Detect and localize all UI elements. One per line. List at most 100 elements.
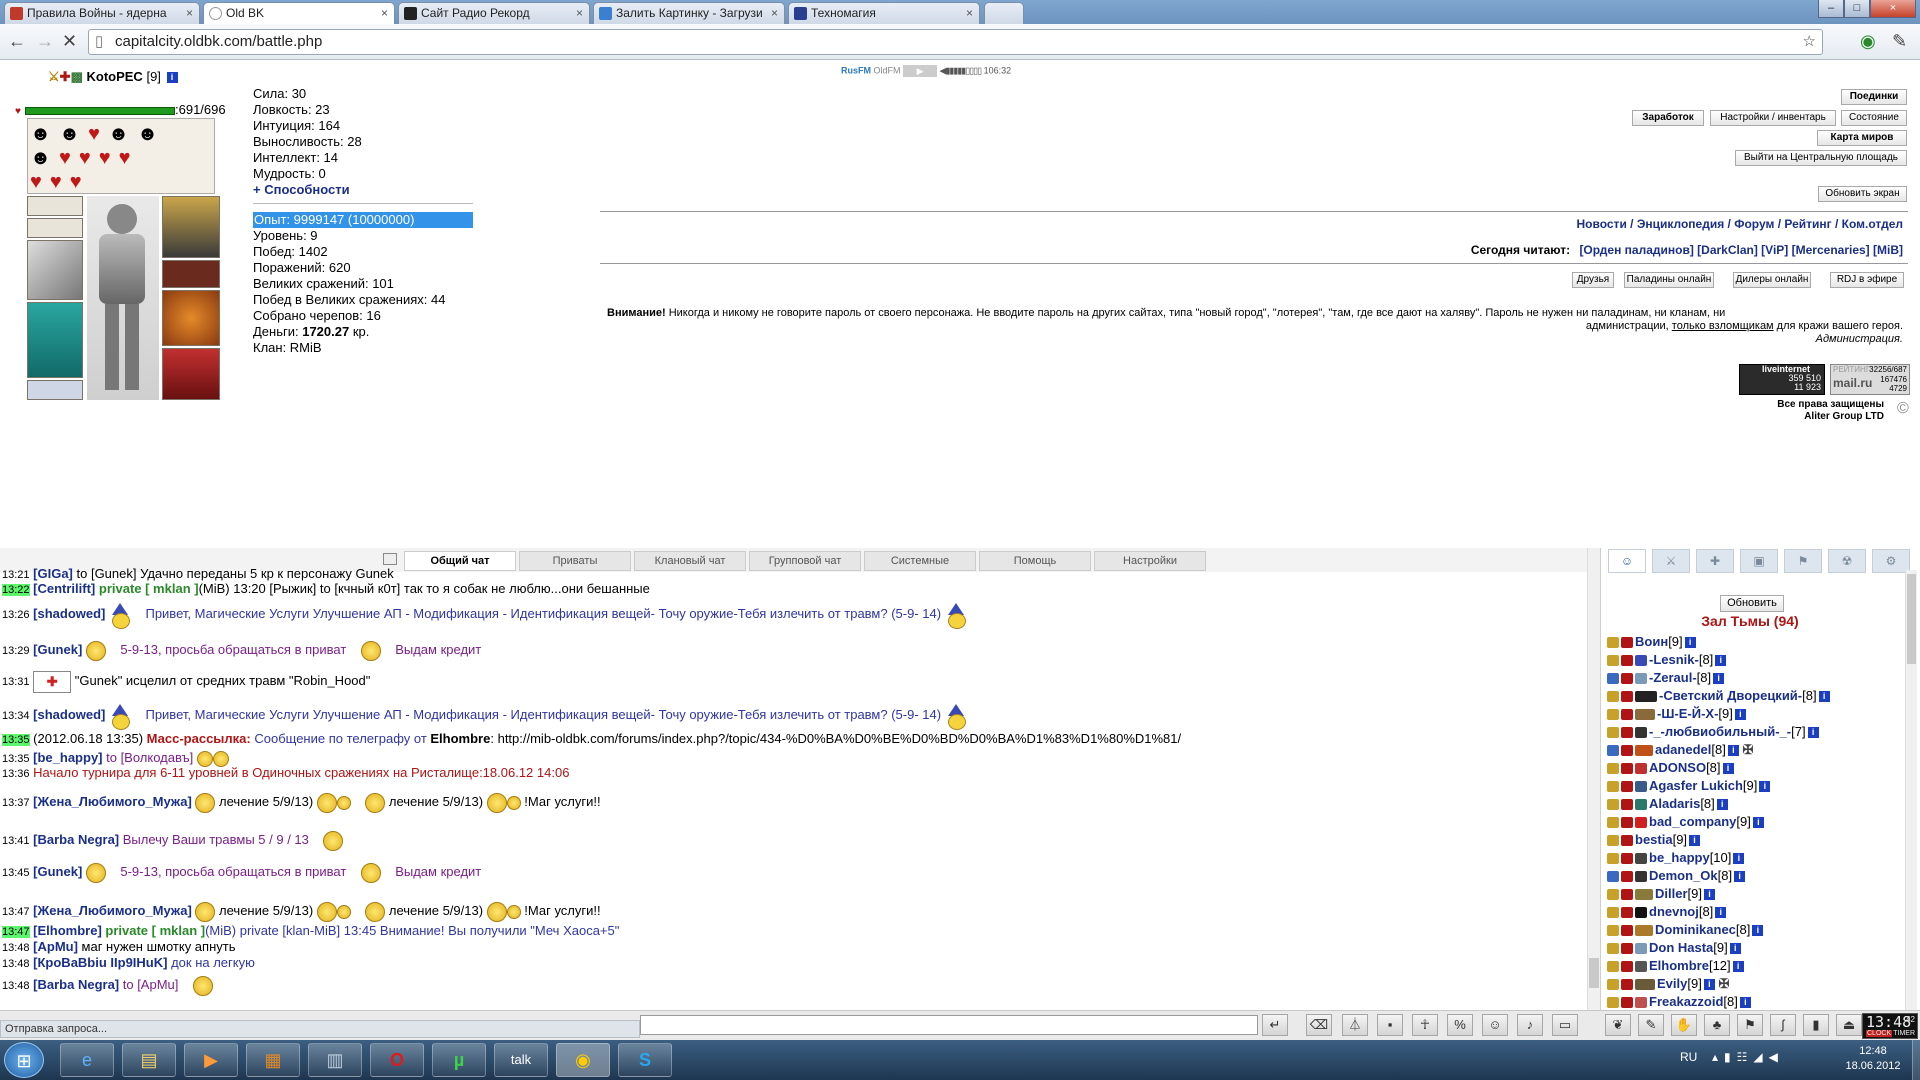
- chat-nick[interactable]: [Barba Negra]: [33, 832, 119, 847]
- liveinternet-counter[interactable]: liveinternet 359 510 11 923: [1739, 364, 1825, 395]
- close-icon[interactable]: ×: [966, 3, 973, 23]
- heart-icon[interactable]: ♥: [30, 171, 50, 193]
- info-icon[interactable]: i: [1732, 961, 1744, 973]
- language-indicator[interactable]: RU: [1680, 1050, 1697, 1064]
- info-icon[interactable]: i: [1715, 655, 1727, 667]
- chat-nick[interactable]: [КроВаВbiu IIp9IHuK]: [33, 955, 167, 970]
- close-icon[interactable]: ×: [576, 3, 583, 23]
- chat-url[interactable]: : http://mib-oldbk.com/forums/index.php?…: [490, 731, 1181, 746]
- translit-icon[interactable]: ☥: [1412, 1014, 1438, 1036]
- filter-icon[interactable]: ⏃: [1342, 1014, 1368, 1036]
- user-row[interactable]: bad_company[9] i: [1607, 814, 1764, 830]
- slot-helmet[interactable]: [162, 196, 220, 258]
- user-name[interactable]: -Светский Дворецкий-: [1659, 688, 1802, 703]
- info-icon[interactable]: i: [1734, 871, 1746, 883]
- bottle-icon[interactable]: ❦: [1605, 1014, 1631, 1036]
- chat-nick[interactable]: [GIGa]: [33, 568, 73, 581]
- info-icon[interactable]: i: [1715, 907, 1727, 919]
- player-name[interactable]: KotoPEC: [86, 69, 142, 84]
- app-icon[interactable]: ▥: [308, 1043, 362, 1077]
- user-name[interactable]: -_-любвиобильный-_-: [1649, 724, 1791, 739]
- play-icon[interactable]: ▶: [903, 65, 938, 77]
- info-icon[interactable]: i: [166, 72, 178, 84]
- mailru-counter[interactable]: РЕЙТИНГ mail.ru 32256/687 167476 4729: [1830, 364, 1910, 395]
- back-icon[interactable]: ←: [8, 32, 26, 50]
- forward-icon[interactable]: →: [36, 32, 54, 50]
- heart-icon[interactable]: ♥: [70, 171, 90, 193]
- slot-boots[interactable]: [162, 348, 220, 400]
- world-map-button[interactable]: Карта миров: [1817, 130, 1907, 146]
- user-name[interactable]: dnevnoj: [1649, 904, 1699, 919]
- chat-nick[interactable]: [shadowed]: [33, 606, 105, 621]
- user-row[interactable]: Freakazzoid[8] i: [1607, 994, 1751, 1010]
- info-icon[interactable]: i: [1759, 781, 1771, 793]
- info-icon[interactable]: i: [1722, 763, 1734, 775]
- info-icon[interactable]: i: [1752, 817, 1764, 829]
- slot-earrings[interactable]: [27, 196, 83, 216]
- slot-weapon[interactable]: [27, 240, 83, 300]
- chat-private[interactable]: private [ mklan ]: [102, 923, 205, 938]
- scroll-icon[interactable]: ✎: [1638, 1014, 1664, 1036]
- user-name[interactable]: Don Hasta: [1649, 940, 1713, 955]
- user-row[interactable]: Dominikanec[8] i: [1607, 922, 1764, 938]
- state-button[interactable]: Состояние: [1841, 110, 1907, 126]
- close-icon[interactable]: ×: [381, 3, 388, 23]
- user-row[interactable]: Agasfer Lukich[9] i: [1607, 778, 1771, 794]
- heart-icon[interactable]: ♥: [88, 123, 108, 145]
- news-links[interactable]: Новости / Энциклопедия / Форум / Рейтинг…: [1577, 217, 1904, 231]
- chat-nick[interactable]: [be_happy]: [33, 750, 102, 765]
- user-name[interactable]: Freakazzoid: [1649, 994, 1723, 1009]
- browser-tab-2[interactable]: Old BK ×: [203, 2, 395, 25]
- chat-sender[interactable]: Elhombre: [430, 731, 490, 746]
- info-icon[interactable]: i: [1807, 727, 1819, 739]
- user-row[interactable]: -Zeraul-[8] i: [1607, 670, 1725, 686]
- heart-icon[interactable]: ♥: [59, 147, 79, 169]
- mask-icon[interactable]: ☻: [108, 123, 137, 145]
- curve-icon[interactable]: ʃ: [1770, 1014, 1796, 1036]
- effects-icons[interactable]: ☻☻♥☻☻ ☻♥♥♥♥ ♥♥♥: [30, 122, 166, 194]
- mask-icon[interactable]: ☻: [30, 123, 59, 145]
- door-icon[interactable]: ▮: [1803, 1014, 1829, 1036]
- rdj-button[interactable]: RDJ в эфире: [1830, 272, 1904, 288]
- earnings-button[interactable]: Заработок: [1632, 110, 1704, 126]
- slot-gloves[interactable]: [162, 260, 220, 288]
- user-row[interactable]: Diller[9] i: [1607, 886, 1715, 902]
- settings-inventory-button[interactable]: Настройки / инвентарь: [1710, 110, 1836, 126]
- stop-icon[interactable]: ✕: [62, 32, 77, 50]
- group-icon[interactable]: ♣: [1704, 1014, 1730, 1036]
- info-icon[interactable]: i: [1716, 799, 1728, 811]
- browser-tab-5[interactable]: Техномагия ×: [788, 2, 980, 24]
- chat-toggle-icon[interactable]: [383, 553, 397, 565]
- ie-icon[interactable]: e: [60, 1043, 114, 1077]
- reading-today-links[interactable]: [Орден паладинов] [DarkClan] [ViP] [Merc…: [1579, 243, 1903, 257]
- maximize-button[interactable]: □: [1844, 0, 1870, 18]
- user-name[interactable]: Diller: [1655, 886, 1688, 901]
- opera-icon[interactable]: O: [370, 1043, 424, 1077]
- explorer-icon[interactable]: ▤: [122, 1043, 176, 1077]
- browser-tab-3[interactable]: Сайт Радио Рекорд ×: [398, 2, 590, 24]
- user-row[interactable]: Воин[9] i: [1607, 634, 1696, 650]
- slot-rings[interactable]: [27, 380, 83, 400]
- friends-button[interactable]: Друзья: [1572, 272, 1614, 288]
- user-row[interactable]: Don Hasta[9] i: [1607, 940, 1741, 956]
- save-icon[interactable]: ▪: [1377, 1014, 1403, 1036]
- chat-private[interactable]: private [ mklan ]: [95, 581, 199, 596]
- wrench-icon[interactable]: ✎: [1892, 32, 1907, 50]
- chat-nick[interactable]: [Barba Negra]: [33, 977, 119, 992]
- chat-nick[interactable]: [Centrilift]: [33, 581, 95, 596]
- user-row[interactable]: bestia[9] i: [1607, 832, 1701, 848]
- user-name[interactable]: Agasfer Lukich: [1649, 778, 1743, 793]
- close-icon[interactable]: ×: [771, 3, 778, 23]
- slot-legs[interactable]: [27, 302, 83, 378]
- user-row[interactable]: be_happy[10] i: [1607, 850, 1745, 866]
- info-icon[interactable]: i: [1729, 943, 1741, 955]
- close-window-button[interactable]: ×: [1870, 0, 1916, 18]
- user-row[interactable]: -Светский Дворецкий-[8] i: [1607, 688, 1830, 704]
- chat-mode-icon[interactable]: ▭: [1552, 1014, 1578, 1036]
- bookmark-star-icon[interactable]: ☆: [1803, 30, 1816, 54]
- tab-icon[interactable]: ⚔: [1652, 549, 1690, 573]
- chat-nick[interactable]: [Elhombre]: [33, 923, 102, 938]
- user-row[interactable]: Aladaris[8] i: [1607, 796, 1728, 812]
- utorrent-icon[interactable]: µ: [432, 1043, 486, 1077]
- info-icon[interactable]: i: [1684, 637, 1696, 649]
